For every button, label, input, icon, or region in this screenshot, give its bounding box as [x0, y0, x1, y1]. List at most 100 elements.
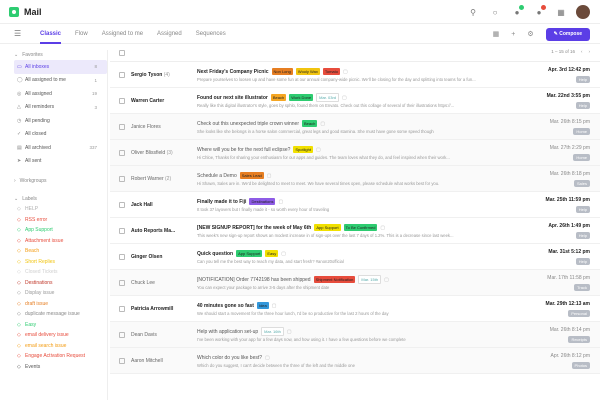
- select-all-checkbox[interactable]: [119, 49, 125, 56]
- layout-icon[interactable]: ▦: [493, 30, 500, 38]
- label-tag[interactable]: App Support: [314, 224, 341, 231]
- label-item[interactable]: ◇ duplicate message issue: [14, 309, 107, 320]
- compose-button[interactable]: ✎ Compose: [545, 27, 590, 41]
- label-tag[interactable]: Easy: [265, 250, 279, 257]
- grid-icon[interactable]: ▦: [554, 5, 568, 19]
- note-icon[interactable]: ▢: [342, 95, 347, 101]
- label-item[interactable]: ◇ RSS error: [14, 215, 107, 226]
- label-tag[interactable]: Destinations: [249, 198, 276, 205]
- note-icon[interactable]: ▢: [384, 277, 389, 283]
- settings-icon[interactable]: ⚙: [527, 30, 533, 38]
- sidebar-item[interactable]: ◷ All pending: [14, 114, 107, 128]
- table-row[interactable]: Aaron Mitchell Which color do you like b…: [110, 348, 600, 374]
- notifications-icon[interactable]: ●: [510, 5, 524, 19]
- sidebar-item[interactable]: ✓ All closed: [14, 128, 107, 142]
- label-item[interactable]: ◇ Attachment issue: [14, 236, 107, 247]
- sidebar-item[interactable]: ▭ All inboxes 8: [14, 60, 107, 74]
- bell-icon[interactable]: ○: [488, 5, 502, 19]
- labels-header[interactable]: ⌄ Labels: [14, 194, 107, 204]
- table-row[interactable]: Oliver Blissfield (3) Where will you be …: [110, 140, 600, 166]
- label-item[interactable]: ◇ email delivery issue: [14, 330, 107, 341]
- note-icon[interactable]: ▢: [267, 173, 272, 179]
- sidebar-item[interactable]: ➤ All sent: [14, 155, 107, 169]
- label-tag[interactable]: Idea: [256, 302, 269, 309]
- label-tag[interactable]: Beach: [302, 120, 318, 127]
- label-item[interactable]: ◇ App Support: [14, 225, 107, 236]
- label-item[interactable]: ◇ Destinations: [14, 278, 107, 289]
- label-tag[interactable]: Sales Lead: [239, 172, 264, 179]
- note-icon[interactable]: ▢: [265, 355, 270, 361]
- workgroups-header[interactable]: › Workgroups: [14, 176, 107, 186]
- tab-assigned[interactable]: Assigned: [157, 24, 182, 44]
- note-icon[interactable]: ▢: [272, 303, 277, 309]
- sidebar-item[interactable]: ◎ All assigned 19: [14, 87, 107, 101]
- label-item[interactable]: ◇ Easy: [14, 320, 107, 331]
- label-item[interactable]: ◇ Engage Activation Request: [14, 351, 107, 362]
- menu-icon[interactable]: ☰: [14, 29, 26, 38]
- row-checkbox[interactable]: [119, 331, 125, 338]
- label-item[interactable]: ◇ Closed Tickets: [14, 267, 107, 278]
- row-checkbox[interactable]: [119, 71, 125, 78]
- label-item[interactable]: ◇ Beach: [14, 246, 107, 257]
- row-checkbox[interactable]: [119, 149, 125, 156]
- note-icon[interactable]: ▢: [380, 225, 385, 231]
- label-tag[interactable]: Beach: [270, 94, 287, 101]
- label-tag[interactable]: Work Done: [289, 94, 314, 101]
- label-item[interactable]: ◇ email search issue: [14, 341, 107, 352]
- table-row[interactable]: Patricia Arrowmill 40 minutes gone so fa…: [110, 296, 600, 322]
- favorites-header[interactable]: ⌄ Favorites: [14, 50, 107, 60]
- row-checkbox[interactable]: [119, 357, 125, 364]
- table-row[interactable]: Dean Davis Help with application set-up M…: [110, 322, 600, 348]
- table-row[interactable]: Chuck Lee [NOTIFICATION] Order 7742198 h…: [110, 270, 600, 296]
- label-tag[interactable]: Mar. 15th: [358, 275, 382, 284]
- label-tag[interactable]: Non Long: [271, 68, 293, 75]
- label-item[interactable]: ◇ Display issue: [14, 288, 107, 299]
- label-tag[interactable]: Shipment Notification: [313, 276, 356, 283]
- tab-classic[interactable]: Classic: [40, 24, 62, 44]
- row-checkbox[interactable]: [119, 123, 125, 130]
- label-tag[interactable]: Tomato: [322, 68, 340, 75]
- note-icon[interactable]: ▢: [316, 147, 321, 153]
- note-icon[interactable]: ▢: [320, 121, 325, 127]
- table-row[interactable]: Janice Flores Check out this unexpected …: [110, 114, 600, 140]
- note-icon[interactable]: ▢: [287, 329, 292, 335]
- sidebar-item[interactable]: △ All reminders 3: [14, 101, 107, 115]
- note-icon[interactable]: ▢: [281, 251, 286, 257]
- table-row[interactable]: Jack Hall Finally made it to Fiji Destina…: [110, 192, 600, 218]
- note-icon[interactable]: ▢: [343, 69, 348, 75]
- next-page-icon[interactable]: ›: [589, 49, 591, 54]
- table-row[interactable]: Auto Reports Ma... [NEW SIGNUP REPORT] f…: [110, 218, 600, 244]
- row-checkbox[interactable]: [119, 201, 125, 208]
- search-icon[interactable]: ⚲: [466, 5, 480, 19]
- label-tag[interactable]: Mar. 03rd: [316, 93, 340, 102]
- table-row[interactable]: Sergio Tyson (4) Next Friday's Company P…: [110, 62, 600, 88]
- label-item[interactable]: ◇ HELP: [14, 204, 107, 215]
- tab-sequences[interactable]: Sequences: [196, 24, 226, 44]
- table-row[interactable]: Robert Warner (2) Schedule a Demo Sales L…: [110, 166, 600, 192]
- table-row[interactable]: Warren Carter Found our next site illust…: [110, 88, 600, 114]
- row-checkbox[interactable]: [119, 97, 125, 104]
- label-tag[interactable]: Mar. 16th: [261, 327, 284, 336]
- table-row[interactable]: Ginger Olsen Quick question App Support Ea…: [110, 244, 600, 270]
- label-item[interactable]: ◇ Events: [14, 362, 107, 373]
- row-checkbox[interactable]: [119, 305, 125, 312]
- label-item[interactable]: ◇ Short Replies: [14, 257, 107, 268]
- label-tag[interactable]: App Support: [236, 250, 263, 257]
- sidebar-item[interactable]: ▤ All archived 337: [14, 141, 107, 155]
- label-tag[interactable]: Spotlight: [293, 146, 313, 153]
- avatar[interactable]: [576, 5, 590, 19]
- note-icon[interactable]: ▢: [278, 199, 283, 205]
- label-tag[interactable]: Wooly Wax: [295, 68, 320, 75]
- row-checkbox[interactable]: [119, 279, 125, 286]
- row-checkbox[interactable]: [119, 227, 125, 234]
- tab-flow[interactable]: Flow: [75, 24, 88, 44]
- label-tag[interactable]: To Be Confirmed: [343, 224, 378, 231]
- tab-assigned-to-me[interactable]: Assigned to me: [102, 24, 143, 44]
- row-checkbox[interactable]: [119, 253, 125, 260]
- sidebar-item[interactable]: ◯ All assigned to me 1: [14, 74, 107, 88]
- row-checkbox[interactable]: [119, 175, 125, 182]
- messages-icon[interactable]: ●: [532, 5, 546, 19]
- label-item[interactable]: ◇ draft issue: [14, 299, 107, 310]
- prev-page-icon[interactable]: ‹: [581, 49, 583, 54]
- add-icon[interactable]: +: [511, 31, 515, 38]
